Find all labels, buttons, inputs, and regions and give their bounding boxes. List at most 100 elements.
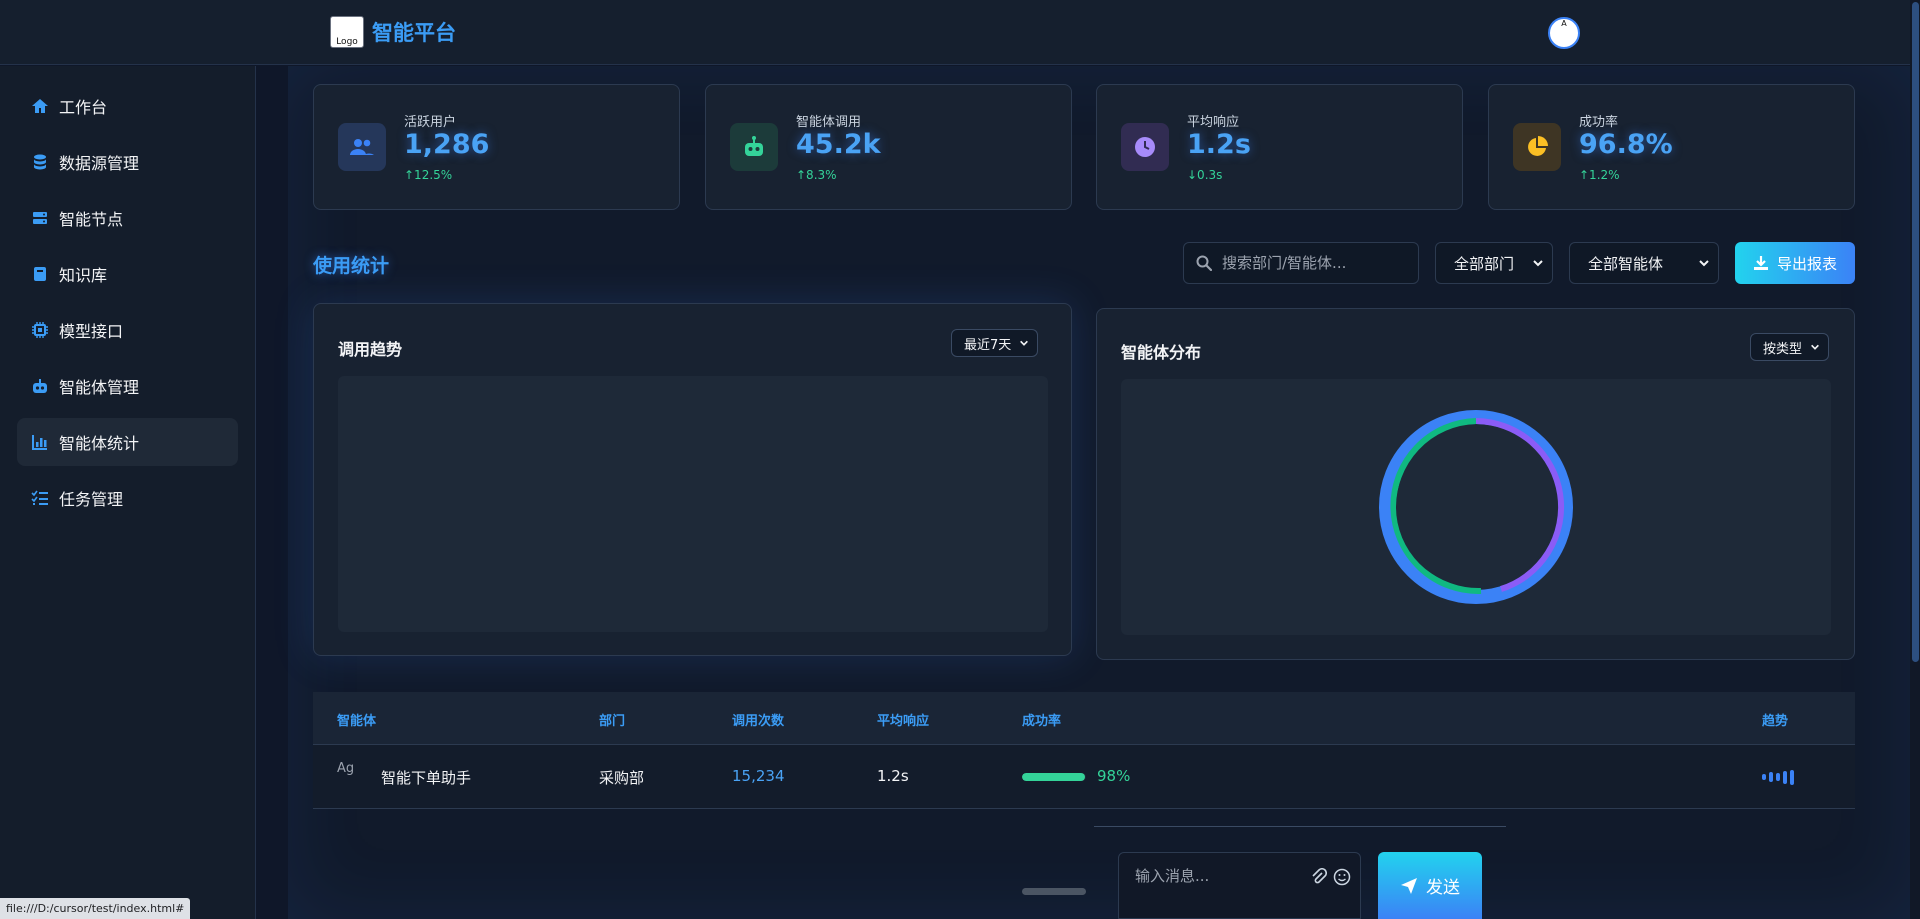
donut-chart xyxy=(1379,410,1573,604)
distribution-chart-area xyxy=(1121,379,1831,635)
header-agent: 智能体 xyxy=(337,714,377,729)
export-button-label: 导出报表 xyxy=(1776,254,1837,273)
sidebar-item-label: 智能节点 xyxy=(59,210,124,229)
sidebar-item-label: 数据源管理 xyxy=(59,154,140,173)
stat-card: 成功率 96.8% ↑1.2% xyxy=(1488,84,1855,210)
stat-card: 平均响应 1.2s ↓0.3s xyxy=(1096,84,1463,210)
top-header: Logo 智能平台 A xyxy=(0,0,1910,65)
logo-area[interactable]: Logo 智能平台 xyxy=(330,16,456,48)
stat-card: 智能体调用 45.2k ↑8.3% xyxy=(705,84,1072,210)
paper-plane-icon xyxy=(1401,877,1417,894)
trend-bar xyxy=(1783,770,1787,784)
robot-icon xyxy=(31,377,49,395)
search-icon xyxy=(1196,255,1212,271)
chat-divider xyxy=(1094,826,1506,827)
stat-value: 1,286 xyxy=(404,129,490,160)
stat-value: 96.8% xyxy=(1579,129,1673,160)
sidebar-item-4[interactable]: 模型接口 xyxy=(17,306,238,354)
stat-change: ↑1.2% xyxy=(1579,168,1620,182)
trend-range-select[interactable]: 最近7天 xyxy=(951,329,1039,357)
bar-chart-icon xyxy=(31,433,49,451)
stat-change: ↑8.3% xyxy=(796,168,837,182)
agent-response: 1.2s xyxy=(877,767,909,785)
book-icon xyxy=(31,265,49,283)
donut-hole xyxy=(1396,427,1556,587)
trend-bar xyxy=(1790,769,1794,785)
stat-change: ↑12.5% xyxy=(404,168,453,182)
logo-image: Logo xyxy=(330,16,364,48)
agent-name: 智能下单助手 xyxy=(381,769,472,787)
trend-chart-area xyxy=(338,376,1048,632)
chip-icon xyxy=(31,321,49,339)
user-avatar[interactable]: A xyxy=(1548,17,1580,49)
chevron-down-icon xyxy=(1533,260,1543,267)
header-response: 平均响应 xyxy=(877,714,930,729)
download-icon xyxy=(1753,256,1768,270)
sidebar: 工作台数据源管理智能节点知识库模型接口智能体管理智能体统计任务管理 xyxy=(0,66,256,919)
agent-select-value: 全部智能体 xyxy=(1588,254,1664,273)
success-progress-bar xyxy=(1022,773,1086,781)
drag-handle[interactable] xyxy=(1022,888,1086,895)
distribution-panel-title: 智能体分布 xyxy=(1121,343,1202,362)
sidebar-item-3[interactable]: 知识库 xyxy=(17,250,238,298)
database-icon xyxy=(31,153,49,171)
sidebar-item-label: 工作台 xyxy=(59,98,108,117)
sidebar-item-5[interactable]: 智能体管理 xyxy=(17,362,238,410)
sidebar-item-0[interactable]: 工作台 xyxy=(17,82,238,130)
search-box[interactable] xyxy=(1183,242,1419,284)
stat-label: 智能体调用 xyxy=(796,115,862,130)
status-bar-url: file:///D:/cursor/test/index.html# xyxy=(0,898,191,919)
sidebar-item-1[interactable]: 数据源管理 xyxy=(17,138,238,186)
agent-calls: 15,234 xyxy=(732,767,785,785)
agent-select[interactable]: 全部智能体 xyxy=(1569,242,1719,284)
chat-input-box[interactable] xyxy=(1118,852,1361,919)
chat-message-input[interactable] xyxy=(1135,867,1295,885)
section-title: 使用统计 xyxy=(313,255,390,277)
chevron-down-icon xyxy=(1699,260,1709,267)
users-icon xyxy=(338,123,386,171)
agent-success: 98% xyxy=(1097,767,1131,785)
logo-alt-text: Logo xyxy=(336,37,358,47)
table-header: 智能体 部门 调用次数 平均响应 成功率 趋势 xyxy=(313,692,1855,745)
paperclip-icon[interactable] xyxy=(1311,868,1327,886)
sidebar-item-label: 模型接口 xyxy=(59,322,124,341)
send-button[interactable]: 发送 xyxy=(1378,852,1482,919)
sidebar-item-label: 智能体管理 xyxy=(59,378,140,397)
server-icon xyxy=(31,209,49,227)
emoji-icon[interactable] xyxy=(1333,868,1351,886)
distribution-groupby-select[interactable]: 按类型 xyxy=(1750,333,1830,361)
home-icon xyxy=(31,97,49,115)
stat-change: ↓0.3s xyxy=(1187,168,1223,182)
trend-range-value: 最近7天 xyxy=(964,337,1012,353)
sidebar-item-label: 智能体统计 xyxy=(59,434,140,453)
stat-card: 活跃用户 1,286 ↑12.5% xyxy=(313,84,680,210)
trend-panel: 调用趋势 最近7天 xyxy=(313,303,1072,656)
clock-icon xyxy=(1121,123,1169,171)
pie-chart-icon xyxy=(1513,123,1561,171)
table-row[interactable]: Ag 智能下单助手 采购部 15,234 1.2s 98% xyxy=(313,745,1855,809)
sidebar-item-2[interactable]: 智能节点 xyxy=(17,194,238,242)
sidebar-item-label: 任务管理 xyxy=(59,490,124,509)
header-calls: 调用次数 xyxy=(732,714,785,729)
send-button-label: 发送 xyxy=(1426,878,1460,898)
trend-panel-title: 调用趋势 xyxy=(338,340,403,359)
stat-label: 成功率 xyxy=(1579,115,1619,130)
chevron-down-icon xyxy=(1811,344,1819,350)
search-input[interactable] xyxy=(1222,254,1412,272)
sidebar-item-6[interactable]: 智能体统计 xyxy=(17,418,238,466)
success-progress-fill xyxy=(1022,773,1085,781)
department-select[interactable]: 全部部门 xyxy=(1435,242,1553,284)
header-success: 成功率 xyxy=(1022,714,1062,729)
agent-stats-table: 智能体 部门 调用次数 平均响应 成功率 趋势 Ag 智能下单助手 采购部 15… xyxy=(313,692,1855,809)
distribution-groupby-value: 按类型 xyxy=(1763,341,1803,357)
agent-avatar: Ag xyxy=(337,761,355,776)
export-report-button[interactable]: 导出报表 xyxy=(1735,242,1855,284)
header-department: 部门 xyxy=(599,714,626,729)
header-trend: 趋势 xyxy=(1762,714,1789,729)
sidebar-item-7[interactable]: 任务管理 xyxy=(17,474,238,522)
avatar-alt-text: A xyxy=(1561,19,1567,28)
distribution-panel: 智能体分布 按类型 xyxy=(1096,308,1855,660)
trend-bar xyxy=(1762,774,1766,780)
scrollbar-thumb[interactable] xyxy=(1912,2,1919,662)
trend-sparkline xyxy=(1762,769,1794,785)
